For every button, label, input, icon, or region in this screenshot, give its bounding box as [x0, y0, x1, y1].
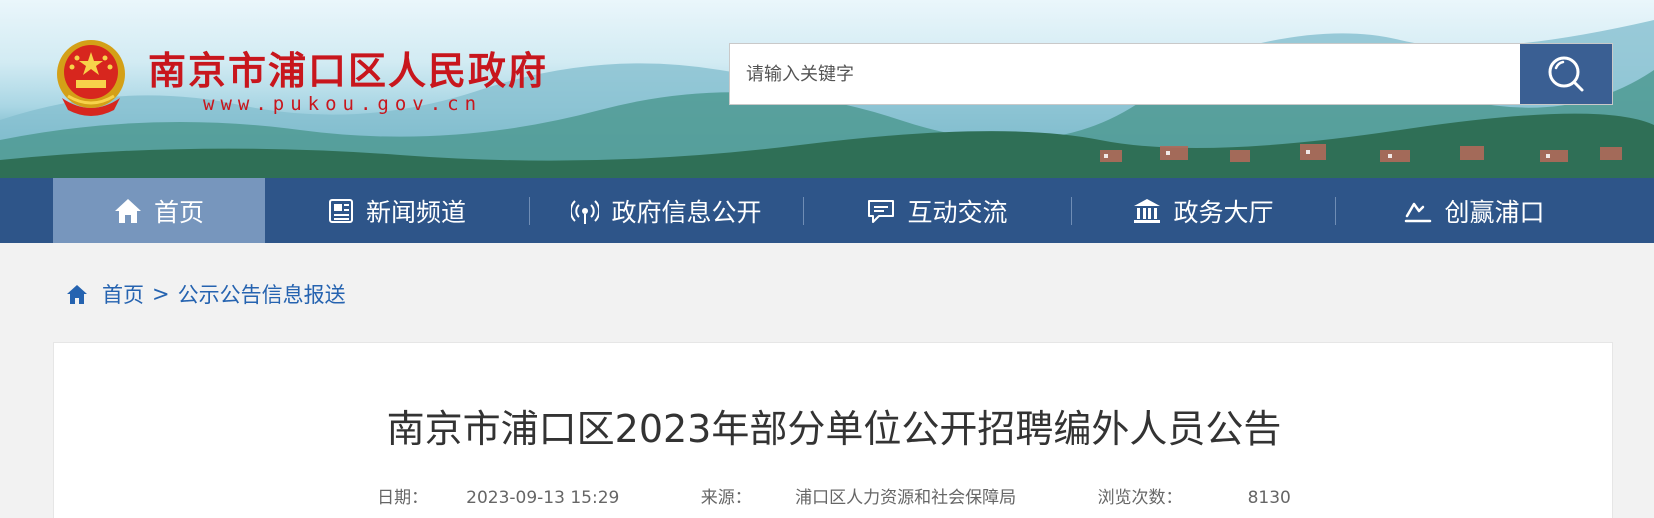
search-icon	[1548, 56, 1584, 92]
nav-item-gov-info[interactable]: 政府信息公开	[530, 178, 803, 243]
views-value: 8130	[1247, 488, 1291, 508]
search-box	[729, 43, 1613, 105]
meta-source: 来源： 浦口区人力资源和社会保障局	[682, 488, 1035, 508]
chat-icon	[867, 198, 895, 224]
search-button[interactable]	[1520, 44, 1612, 104]
meta-date: 日期： 2023-09-13 15:29	[358, 488, 638, 508]
nav-label-interaction: 互动交流	[907, 197, 1008, 227]
breadcrumb-home-link[interactable]: 首页	[102, 279, 144, 309]
home-icon	[66, 284, 88, 305]
government-hall-icon	[1133, 198, 1161, 224]
date-value: 2023-09-13 15:29	[466, 488, 620, 508]
nav-label-gov-info: 政府信息公开	[611, 197, 762, 227]
nav-item-win-pukou[interactable]: 创赢浦口	[1336, 178, 1613, 243]
trend-icon	[1404, 198, 1432, 224]
nav-item-home[interactable]: 首页	[53, 178, 265, 243]
breadcrumb: 首页 > 公示公告信息报送	[66, 279, 346, 309]
header-banner: 南京市浦口区人民政府 www.pukou.gov.cn	[0, 0, 1654, 178]
date-label: 日期：	[377, 488, 429, 508]
nav-label-win-pukou: 创赢浦口	[1444, 197, 1545, 227]
meta-views: 浏览次数： 8130	[1079, 488, 1310, 508]
nav-item-interaction[interactable]: 互动交流	[804, 178, 1071, 243]
breadcrumb-current-link[interactable]: 公示公告信息报送	[178, 279, 346, 309]
source-label: 来源：	[700, 488, 752, 508]
breadcrumb-separator: >	[152, 282, 170, 306]
nav-item-service-hall[interactable]: 政务大厅	[1072, 178, 1335, 243]
site-title[interactable]: 南京市浦口区人民政府	[148, 40, 548, 95]
article-meta: 日期： 2023-09-13 15:29 来源： 浦口区人力资源和社会保障局 浏览…	[54, 483, 1614, 508]
broadcast-icon	[571, 197, 600, 225]
source-value: 浦口区人力资源和社会保障局	[795, 488, 1017, 508]
views-label: 浏览次数：	[1097, 488, 1183, 508]
article-title: 南京市浦口区2023年部分单位公开招聘编外人员公告	[386, 407, 1282, 451]
nav-label-news: 新闻频道	[365, 197, 466, 227]
article-panel: 南京市浦口区2023年部分单位公开招聘编外人员公告 日期： 2023-09-13 …	[53, 342, 1613, 518]
nav-item-news[interactable]: 新闻频道	[265, 178, 529, 243]
site-url: www.pukou.gov.cn	[203, 93, 483, 115]
nav-label-home: 首页	[153, 197, 204, 227]
search-input[interactable]	[730, 44, 1520, 104]
newspaper-icon	[328, 198, 354, 224]
home-icon	[114, 198, 142, 224]
main-nav: 首页 新闻频道 政府信息公开 互动交流 政务大厅 创赢浦口	[0, 178, 1654, 243]
nav-label-service-hall: 政务大厅	[1173, 197, 1274, 227]
national-emblem-icon	[57, 40, 125, 116]
